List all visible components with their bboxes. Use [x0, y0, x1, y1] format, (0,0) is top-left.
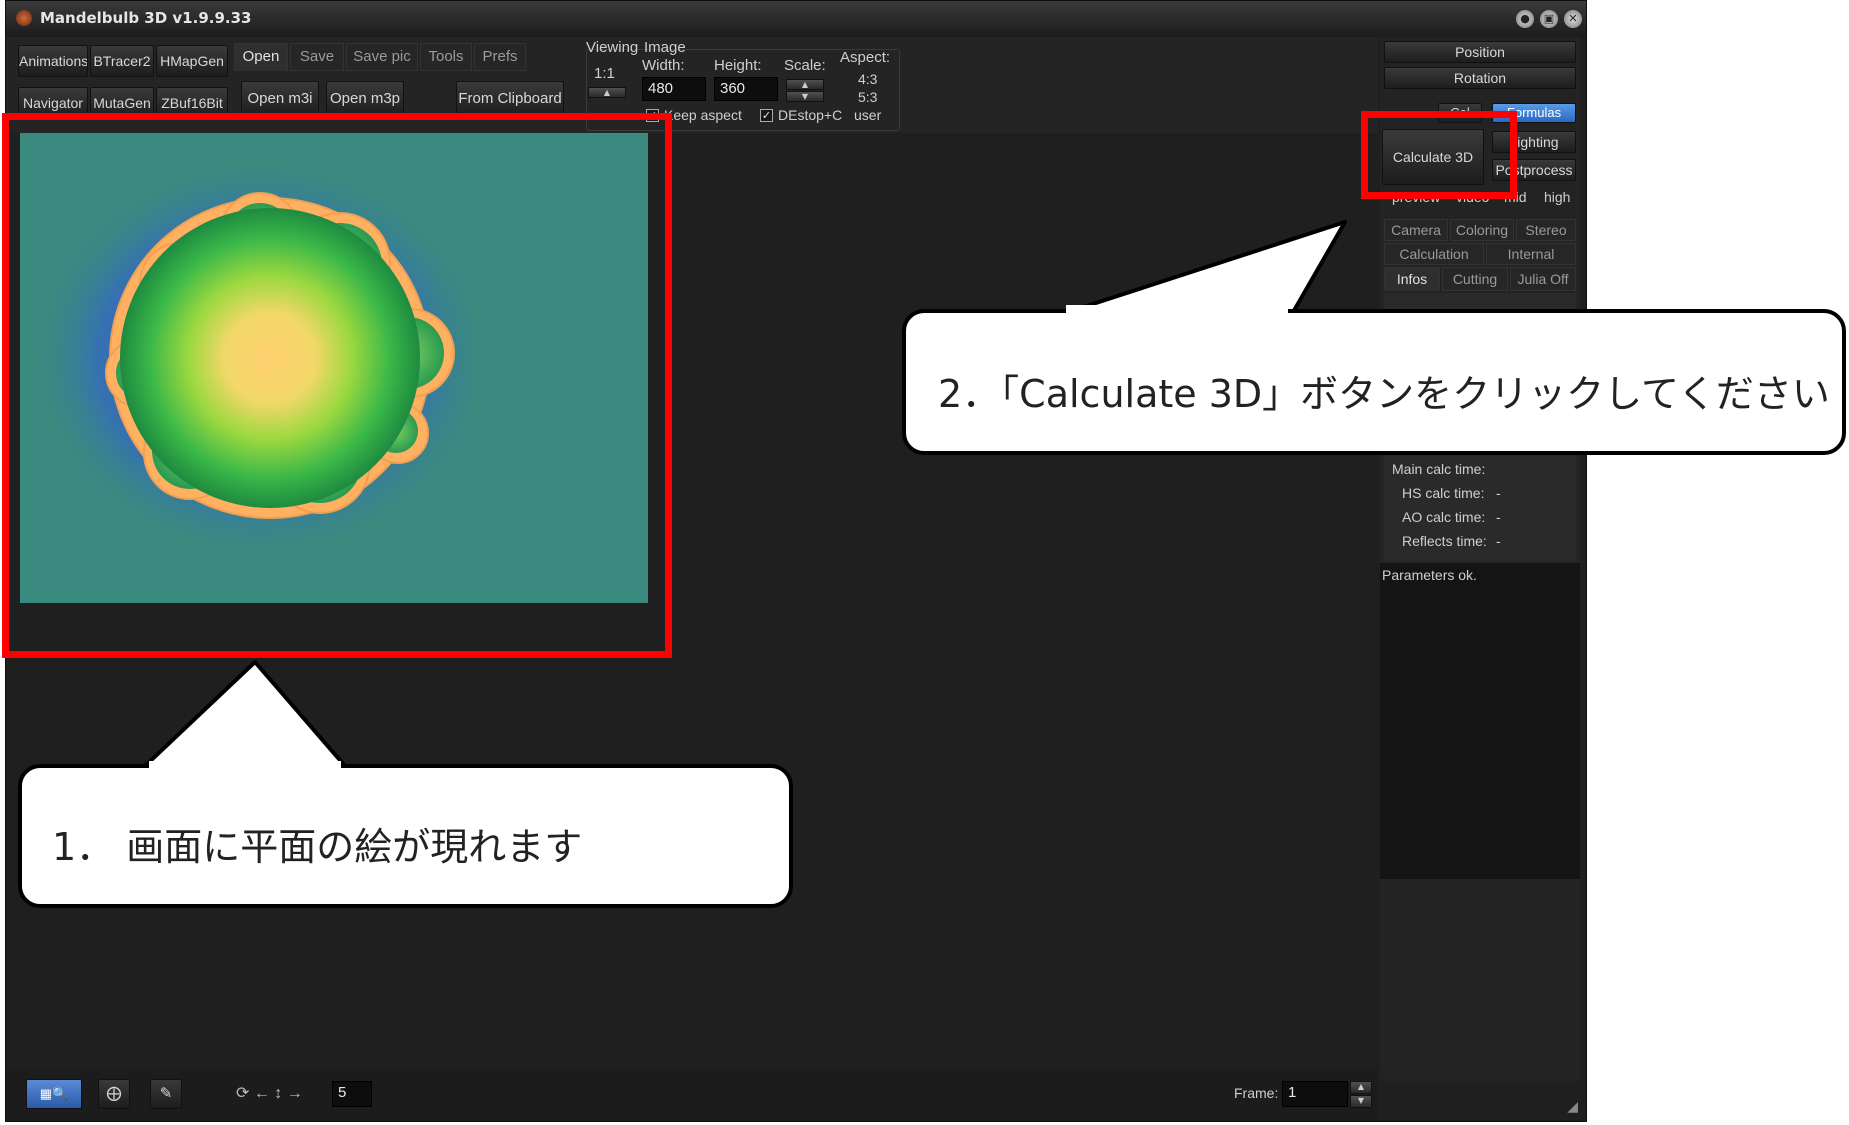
- callout-2: 2．「Calculate 3D」ボタンをクリックしてください: [902, 309, 1846, 455]
- pointer-joint-2: [1066, 305, 1288, 317]
- callout2-pointer: [1060, 220, 1347, 316]
- callout-1-text: 1． 画面に平面の絵が現れます: [52, 825, 583, 869]
- callout-1: 1． 画面に平面の絵が現れます: [18, 764, 793, 908]
- pointer-joint-1: [149, 761, 341, 771]
- callout-pointers: [143, 220, 1347, 768]
- callout-2-text: 2．「Calculate 3D」ボタンをクリックしてください: [938, 372, 1830, 416]
- callout1-pointer: [143, 660, 347, 768]
